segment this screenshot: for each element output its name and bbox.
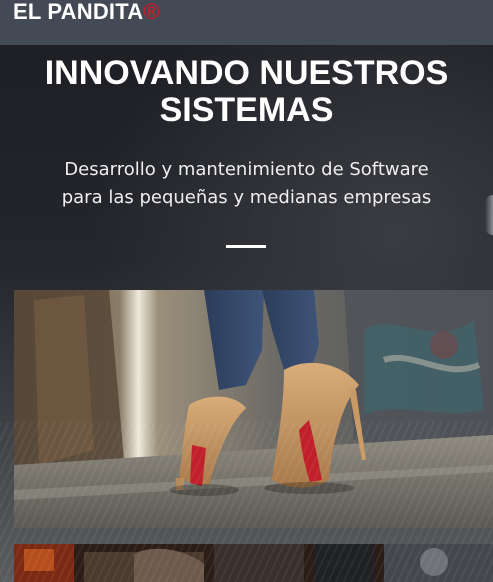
brand-logo[interactable]: EL PANDITA® xyxy=(13,0,160,24)
hero-title-line-1: INNOVANDO NUESTROS xyxy=(44,54,449,92)
bar-interior-photo xyxy=(14,544,493,582)
hero-title-line-2: SISTEMAS xyxy=(159,91,334,129)
hero-subtitle: Desarrollo y mantenimiento de Software p… xyxy=(0,156,493,212)
hero-subtitle-line-1: Desarrollo y mantenimiento de Software xyxy=(64,159,429,180)
page: EL PANDITA® INNOVANDO NUESTROS SISTEMAS … xyxy=(0,0,493,582)
heels-street-photo xyxy=(14,290,493,528)
hero-divider xyxy=(226,245,266,248)
top-navbar: EL PANDITA® xyxy=(0,0,493,45)
brand-name: EL PANDITA xyxy=(13,0,144,24)
hero-subtitle-line-2: para las pequeñas y medianas empresas xyxy=(61,187,432,208)
bar-interior-illustration xyxy=(14,544,493,582)
registered-mark: ® xyxy=(143,0,160,24)
hero-title: INNOVANDO NUESTROS SISTEMAS xyxy=(0,55,493,129)
heels-street-illustration xyxy=(14,290,493,528)
